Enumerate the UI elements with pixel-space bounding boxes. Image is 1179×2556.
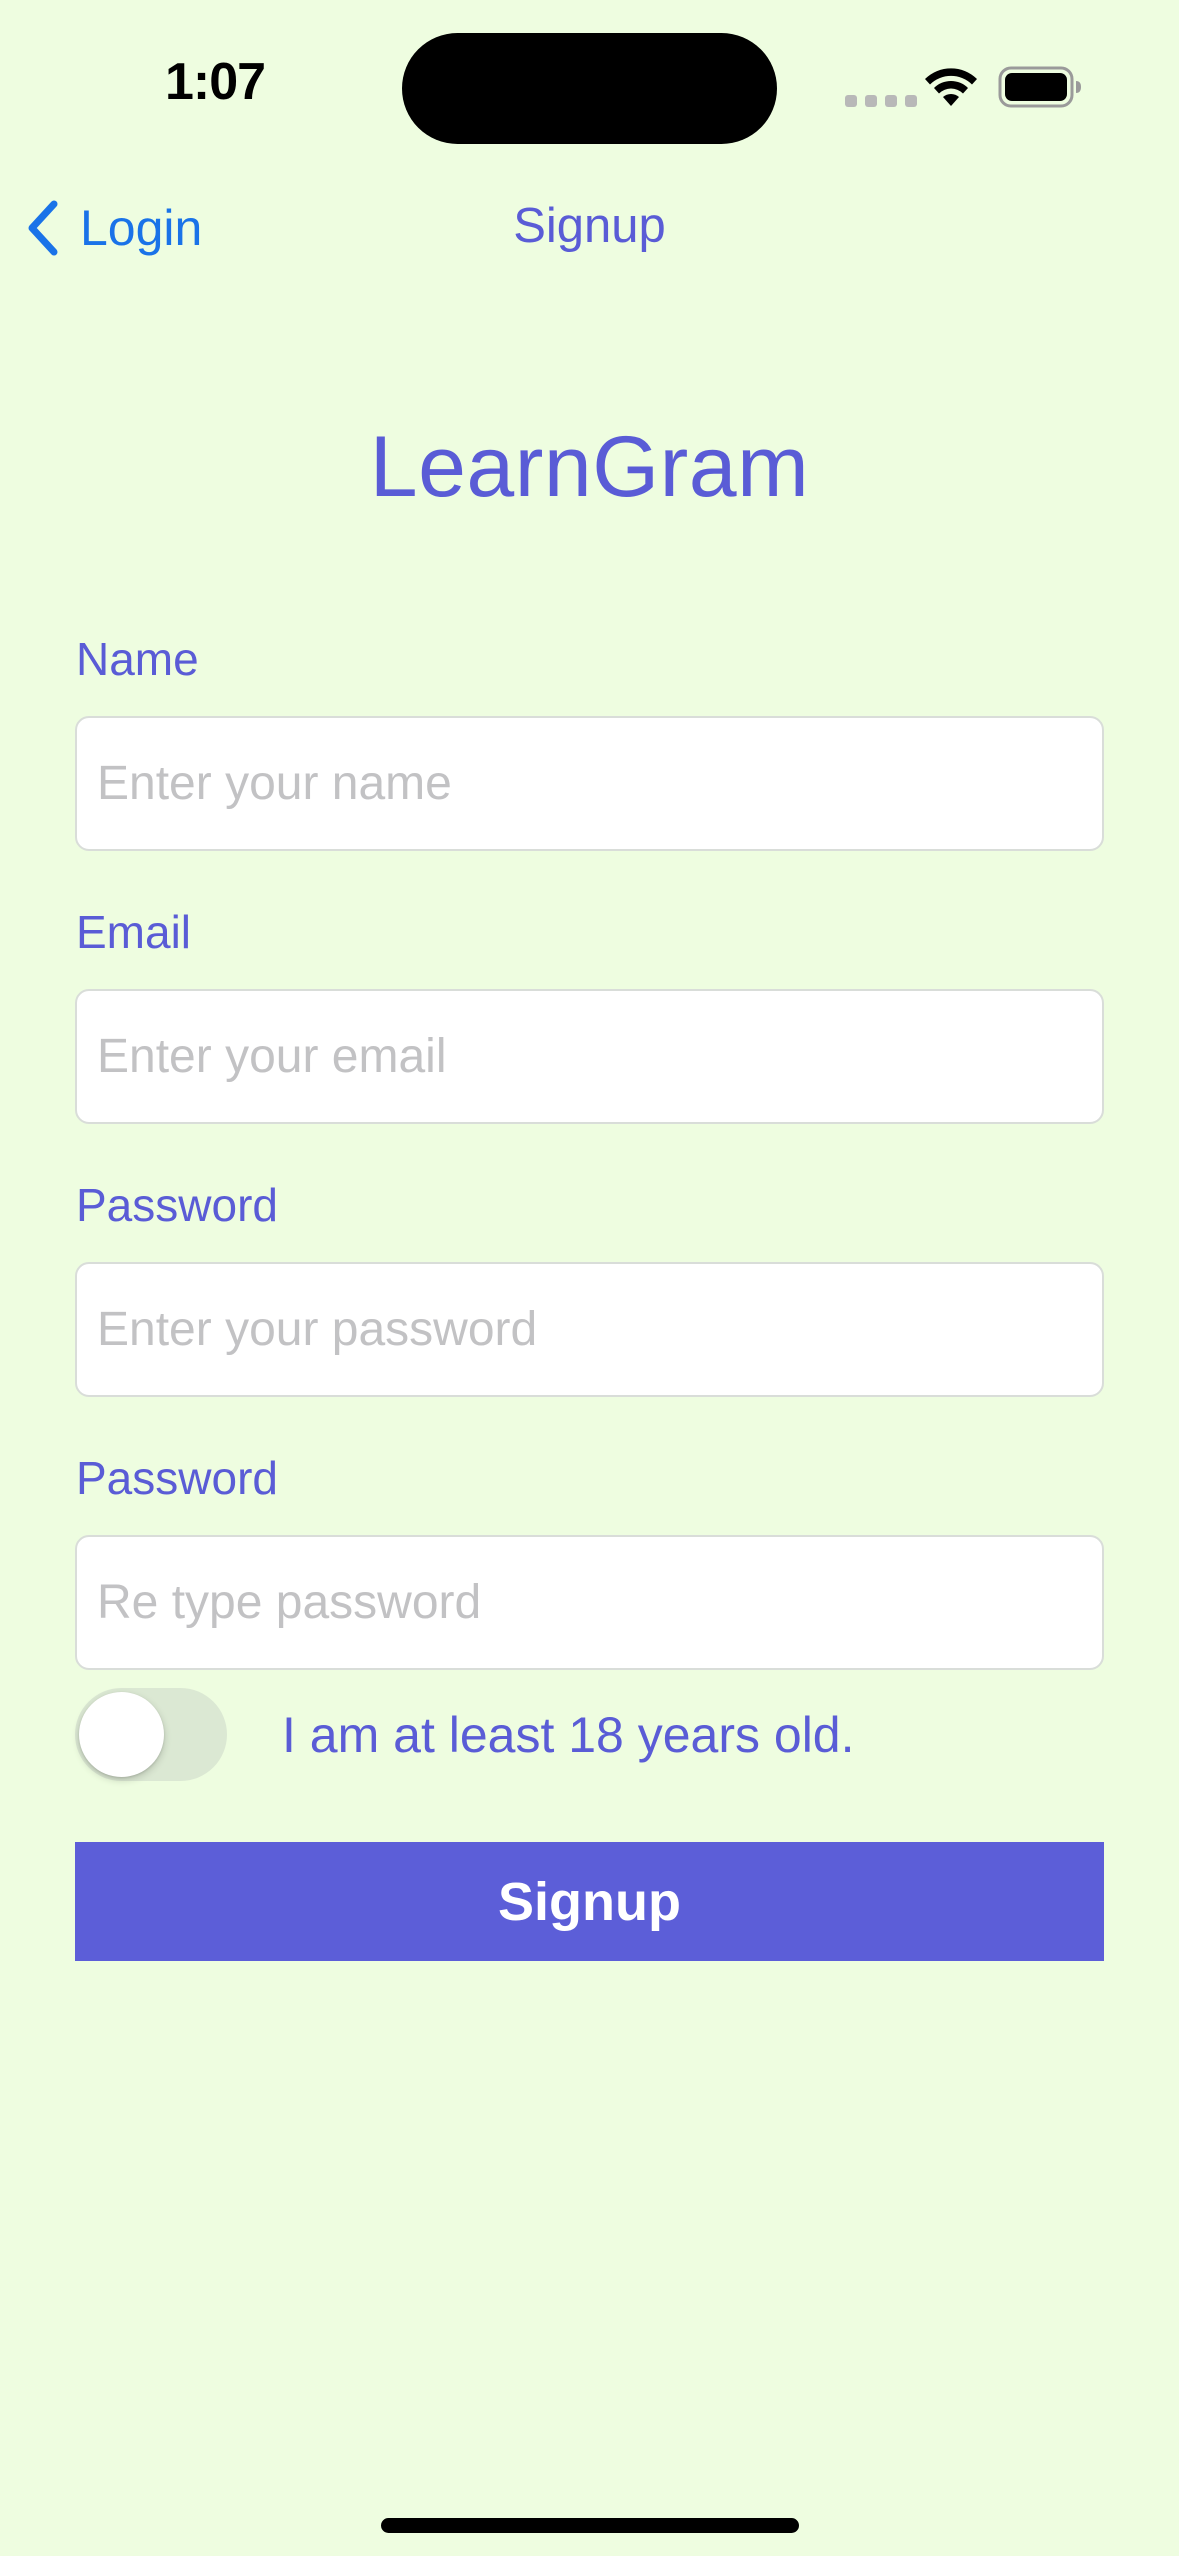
age-toggle-label: I am at least 18 years old. [282, 1707, 855, 1763]
wifi-icon [925, 68, 977, 106]
name-input[interactable] [75, 716, 1104, 851]
age-toggle[interactable] [75, 1688, 227, 1781]
home-indicator[interactable] [381, 2518, 799, 2533]
nav-title: Signup [513, 199, 666, 253]
signal-icon [845, 95, 917, 107]
status-time: 1:07 [165, 53, 266, 111]
email-input[interactable] [75, 989, 1104, 1124]
toggle-knob [79, 1692, 164, 1777]
battery-icon [998, 66, 1081, 108]
password-input[interactable] [75, 1262, 1104, 1397]
confirm-password-label: Password [76, 1452, 278, 1504]
signup-screen: 1:07 Login Signup LearnGram Name Email P… [0, 0, 1179, 2556]
dynamic-island [402, 33, 777, 144]
name-label: Name [76, 633, 199, 685]
password-label: Password [76, 1179, 278, 1231]
app-title: LearnGram [369, 419, 810, 515]
signup-button[interactable]: Signup [75, 1842, 1104, 1961]
email-label: Email [76, 906, 192, 958]
confirm-password-input[interactable] [75, 1535, 1104, 1670]
